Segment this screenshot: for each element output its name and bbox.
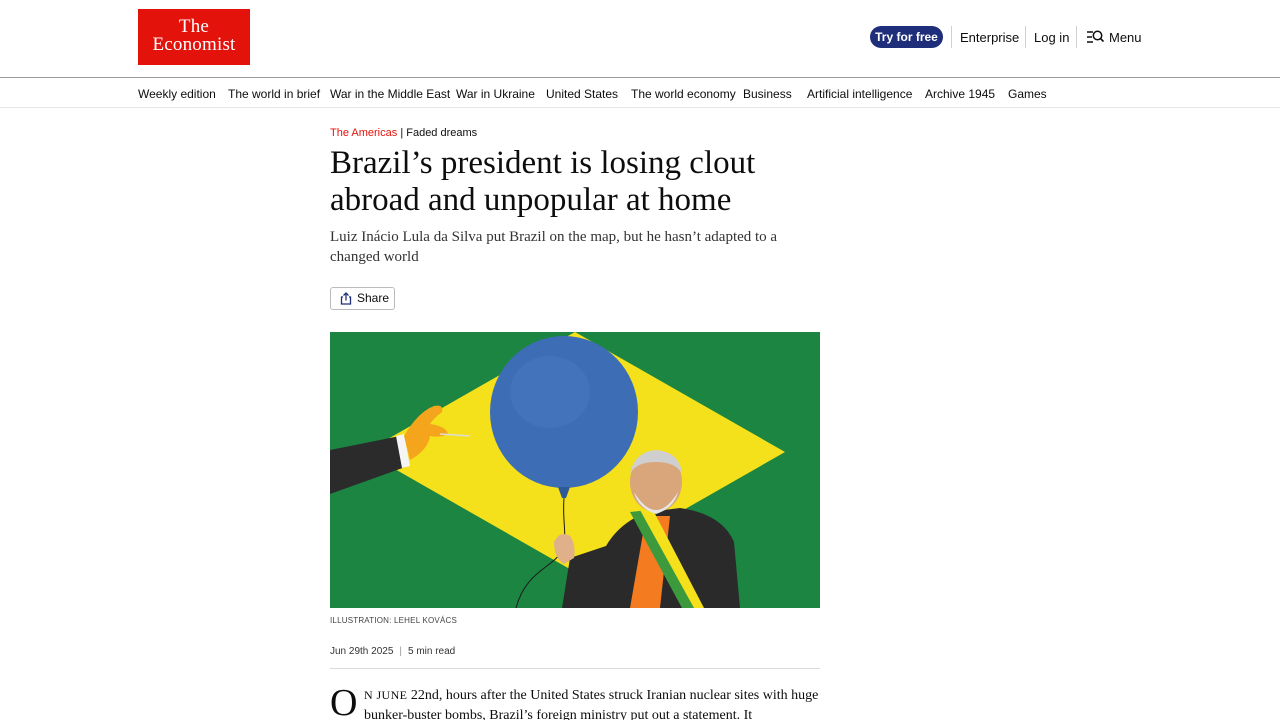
nav-item-middle-east[interactable]: War in the Middle East	[330, 87, 450, 101]
nav-item-ukraine[interactable]: War in Ukraine	[456, 87, 535, 101]
enterprise-link[interactable]: Enterprise	[960, 30, 1019, 45]
image-caption: ILLUSTRATION: LEHEL KOVÁCS	[330, 616, 458, 625]
share-label: Share	[357, 291, 390, 305]
drop-cap: O	[330, 682, 358, 720]
article-headline: Brazil’s president is losing clout abroa…	[330, 145, 756, 218]
site-header: The Economist Try for free Enterprise Lo…	[0, 0, 1280, 78]
nav-item-ai[interactable]: Artificial intelligence	[807, 87, 912, 101]
rubric-label: Faded dreams	[406, 127, 478, 139]
logo-line-2: Economist	[152, 34, 236, 55]
header-divider	[951, 26, 952, 48]
hero-illustration	[330, 332, 820, 608]
divider	[330, 668, 820, 669]
share-icon	[340, 292, 352, 305]
nav-item-business[interactable]: Business	[743, 87, 792, 101]
nav-item-world-economy[interactable]: The world economy	[631, 87, 736, 101]
lead-text: 22nd, hours after the United States stru…	[364, 688, 819, 720]
share-button[interactable]: Share	[330, 287, 395, 310]
nav-item-weekly-edition[interactable]: Weekly edition	[138, 87, 216, 101]
article-meta: Jun 29th 2025 | 5 min read	[330, 646, 455, 657]
header-divider	[1076, 26, 1077, 48]
meta-separator: |	[399, 646, 402, 657]
economist-logo[interactable]: The Economist	[138, 9, 250, 65]
lead-small-caps: N JUNE	[364, 688, 408, 702]
header-divider	[1025, 26, 1026, 48]
menu-search-icon[interactable]	[1086, 29, 1104, 45]
menu-button[interactable]: Menu	[1109, 30, 1142, 45]
rubric-separator: |	[400, 127, 404, 139]
nav-item-united-states[interactable]: United States	[546, 87, 618, 101]
nav-item-games[interactable]: Games	[1008, 87, 1047, 101]
read-time: 5 min read	[408, 646, 456, 657]
login-link[interactable]: Log in	[1034, 30, 1069, 45]
nav-item-archive[interactable]: Archive 1945	[925, 87, 995, 101]
publish-date: Jun 29th 2025	[330, 646, 394, 657]
section-link[interactable]: The Americas	[330, 127, 397, 139]
article-rubric: The Americas | Faded dreams	[330, 127, 477, 139]
nav-item-world-in-brief[interactable]: The world in brief	[228, 87, 320, 101]
try-for-free-button[interactable]: Try for free	[870, 26, 943, 48]
article-standfirst: Luiz Inácio Lula da Silva put Brazil on …	[330, 229, 778, 265]
article-body-paragraph: N JUNE 22nd, hours after the United Stat…	[364, 685, 820, 720]
section-nav: Weekly edition The world in brief War in…	[0, 79, 1280, 108]
